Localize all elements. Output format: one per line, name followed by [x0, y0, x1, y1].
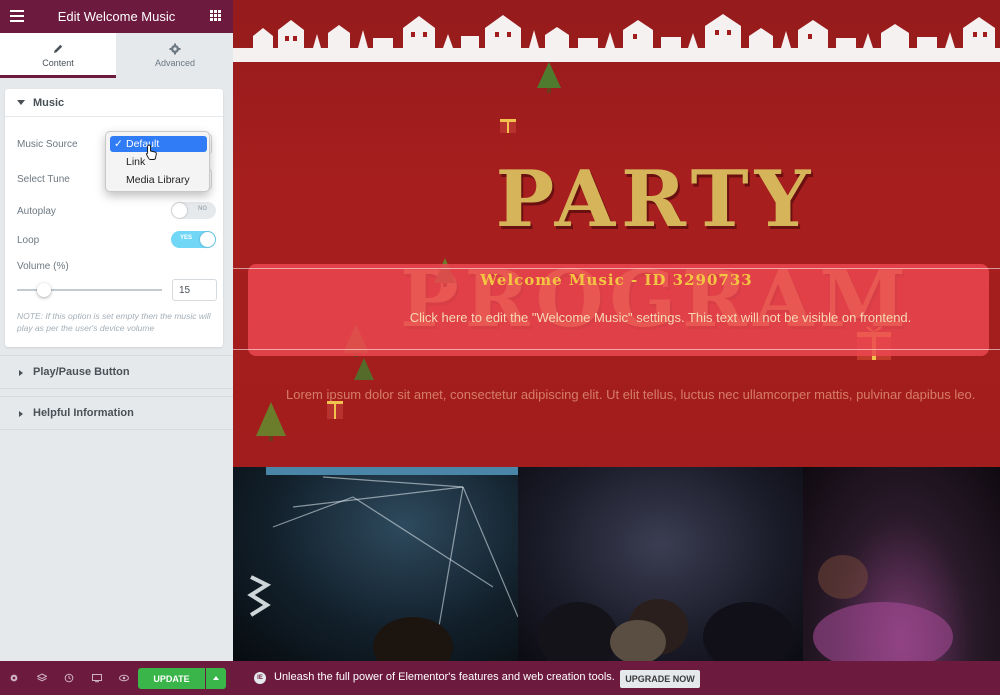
dropdown-option-link[interactable]: Link	[110, 154, 207, 170]
autoplay-label: Autoplay	[17, 206, 56, 217]
music-section-header[interactable]: Music	[5, 89, 223, 117]
dropdown-option-default[interactable]: ✓ Default	[110, 136, 207, 152]
dropdown-option-label: Link	[126, 156, 146, 168]
tab-content[interactable]: Content	[0, 33, 116, 78]
gear-icon	[169, 43, 181, 55]
music-source-dropdown: ✓ Default Link Media Library	[105, 131, 210, 192]
section-play-pause-button[interactable]: Play/Pause Button	[0, 355, 233, 389]
widget-edit-hint[interactable]: Click here to edit the "Welcome Music" s…	[233, 310, 1000, 325]
caret-right-icon	[19, 411, 23, 417]
party-photo	[518, 467, 803, 661]
music-section-title: Music	[33, 97, 65, 109]
christmas-tree-icon	[537, 62, 561, 93]
panel-tabs: Content Advanced	[0, 33, 233, 78]
photo-top-strip	[266, 467, 518, 475]
update-button[interactable]: UPDATE	[138, 668, 205, 689]
eye-icon[interactable]	[119, 673, 129, 683]
snowy-village-decoration	[233, 14, 1000, 62]
page-preview: PARTY PROGRAM Welcome Music - I	[233, 0, 1000, 661]
loop-label: Loop	[17, 235, 40, 246]
tab-advanced-label: Advanced	[154, 58, 196, 68]
dropdown-option-label: Media Library	[126, 174, 190, 186]
select-tune-label: Select Tune	[17, 174, 70, 185]
divider	[233, 268, 1000, 269]
tab-content-label: Content	[42, 58, 74, 68]
hero-section: PARTY PROGRAM Welcome Music - I	[233, 0, 1000, 467]
volume-slider[interactable]	[17, 283, 162, 297]
party-photo	[803, 467, 1000, 661]
update-options-button[interactable]	[206, 668, 226, 689]
party-photo	[233, 467, 519, 661]
section-helpful-information[interactable]: Helpful Information	[0, 396, 233, 430]
tab-advanced[interactable]: Advanced	[117, 33, 233, 78]
layers-icon[interactable]	[37, 673, 47, 683]
gift-box-icon	[500, 119, 516, 133]
flowers-illustration	[813, 555, 953, 661]
promo-text: Unleash the full power of Elementor's fe…	[274, 671, 615, 683]
photo-gallery	[233, 467, 1000, 661]
volume-input[interactable]: 15	[172, 279, 217, 301]
panel-title: Edit Welcome Music	[57, 9, 176, 24]
history-icon[interactable]	[64, 673, 74, 683]
lorem-paragraph: Lorem ipsum dolor sit amet, consectetur …	[286, 387, 976, 402]
loop-state: YES	[180, 235, 193, 241]
christmas-tree-icon	[256, 402, 286, 441]
promo-bar: IE Unleash the full power of Elementor's…	[233, 661, 1000, 695]
caret-right-icon	[19, 370, 23, 376]
widget-id-label: Welcome Music - ID 3290733	[480, 271, 753, 289]
volume-label: Volume (%)	[17, 261, 69, 272]
editor-panel: Edit Welcome Music Content Advanced Musi…	[0, 0, 233, 661]
panel-header: Edit Welcome Music	[0, 0, 233, 33]
section-helpful-label: Helpful Information	[33, 407, 134, 419]
music-source-label: Music Source	[17, 139, 78, 150]
section-play-pause-label: Play/Pause Button	[33, 366, 130, 378]
elementor-logo-icon: IE	[254, 672, 266, 684]
crowd-illustration	[538, 599, 793, 661]
autoplay-toggle[interactable]: NO	[171, 202, 216, 219]
dropdown-option-media-library[interactable]: Media Library	[110, 172, 207, 188]
pencil-icon	[54, 44, 63, 53]
party-program-title: PARTY PROGRAM	[400, 154, 906, 345]
toggle-knob	[200, 232, 215, 247]
loop-toggle[interactable]: YES	[171, 231, 216, 248]
christmas-tree-icon	[354, 358, 374, 380]
widgets-grid-icon[interactable]	[210, 10, 221, 21]
checkmark-icon: ✓	[114, 138, 123, 150]
divider	[233, 349, 1000, 350]
toggle-knob	[172, 203, 187, 218]
upgrade-now-button[interactable]: UPGRADE NOW	[620, 670, 700, 688]
volume-slider-handle[interactable]	[37, 283, 51, 297]
autoplay-state: NO	[198, 206, 207, 212]
caret-up-icon	[213, 676, 219, 680]
light-beams-illustration	[247, 476, 519, 661]
hand-cursor-icon	[146, 144, 157, 160]
gear-icon[interactable]	[9, 673, 19, 683]
volume-note: NOTE: If this option is set empty then t…	[17, 311, 211, 333]
caret-down-icon	[17, 100, 25, 105]
responsive-icon[interactable]	[92, 673, 102, 683]
